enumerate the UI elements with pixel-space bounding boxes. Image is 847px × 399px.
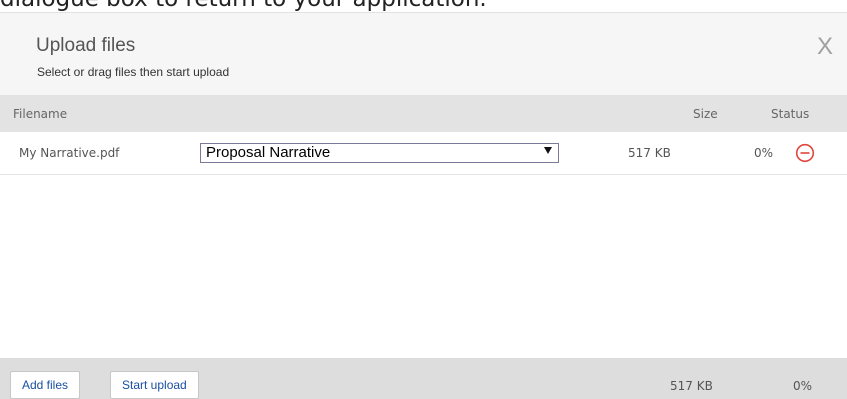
file-size: 517 KB	[628, 146, 671, 160]
page: dialogue box to return to your applicati…	[0, 0, 847, 399]
total-upload-percent: 0%	[793, 379, 813, 393]
column-header-filename: Filename	[13, 107, 68, 121]
dropdown-arrow-icon	[544, 147, 552, 154]
remove-file-icon[interactable]	[795, 143, 815, 163]
background-caption-text: dialogue box to return to your applicati…	[0, 0, 487, 12]
dialog-subtitle: Select or drag files then start upload	[37, 65, 230, 79]
column-header-status: Status	[771, 107, 810, 121]
document-type-select[interactable]: Proposal Narrative	[200, 143, 559, 163]
start-upload-button[interactable]: Start upload	[110, 371, 199, 399]
file-upload-percent: 0%	[754, 146, 774, 160]
file-row: My Narrative.pdf Proposal Narrative 517 …	[0, 132, 847, 175]
total-size: 517 KB	[670, 379, 713, 393]
file-drop-area[interactable]	[0, 175, 847, 370]
dialog-footer: Add files Start upload 517 KB 0%	[0, 358, 847, 399]
add-files-button[interactable]: Add files	[10, 371, 81, 399]
document-type-selected-value: Proposal Narrative	[206, 144, 331, 161]
column-header-size: Size	[693, 107, 718, 121]
file-name: My Narrative.pdf	[19, 146, 120, 160]
dialog-title: Upload files	[36, 35, 136, 56]
file-table-header: Filename Size Status	[0, 95, 847, 132]
upload-files-dialog: Upload files Select or drag files then s…	[0, 12, 847, 399]
dialog-header: Upload files Select or drag files then s…	[0, 13, 847, 95]
close-button[interactable]: X	[817, 33, 833, 61]
